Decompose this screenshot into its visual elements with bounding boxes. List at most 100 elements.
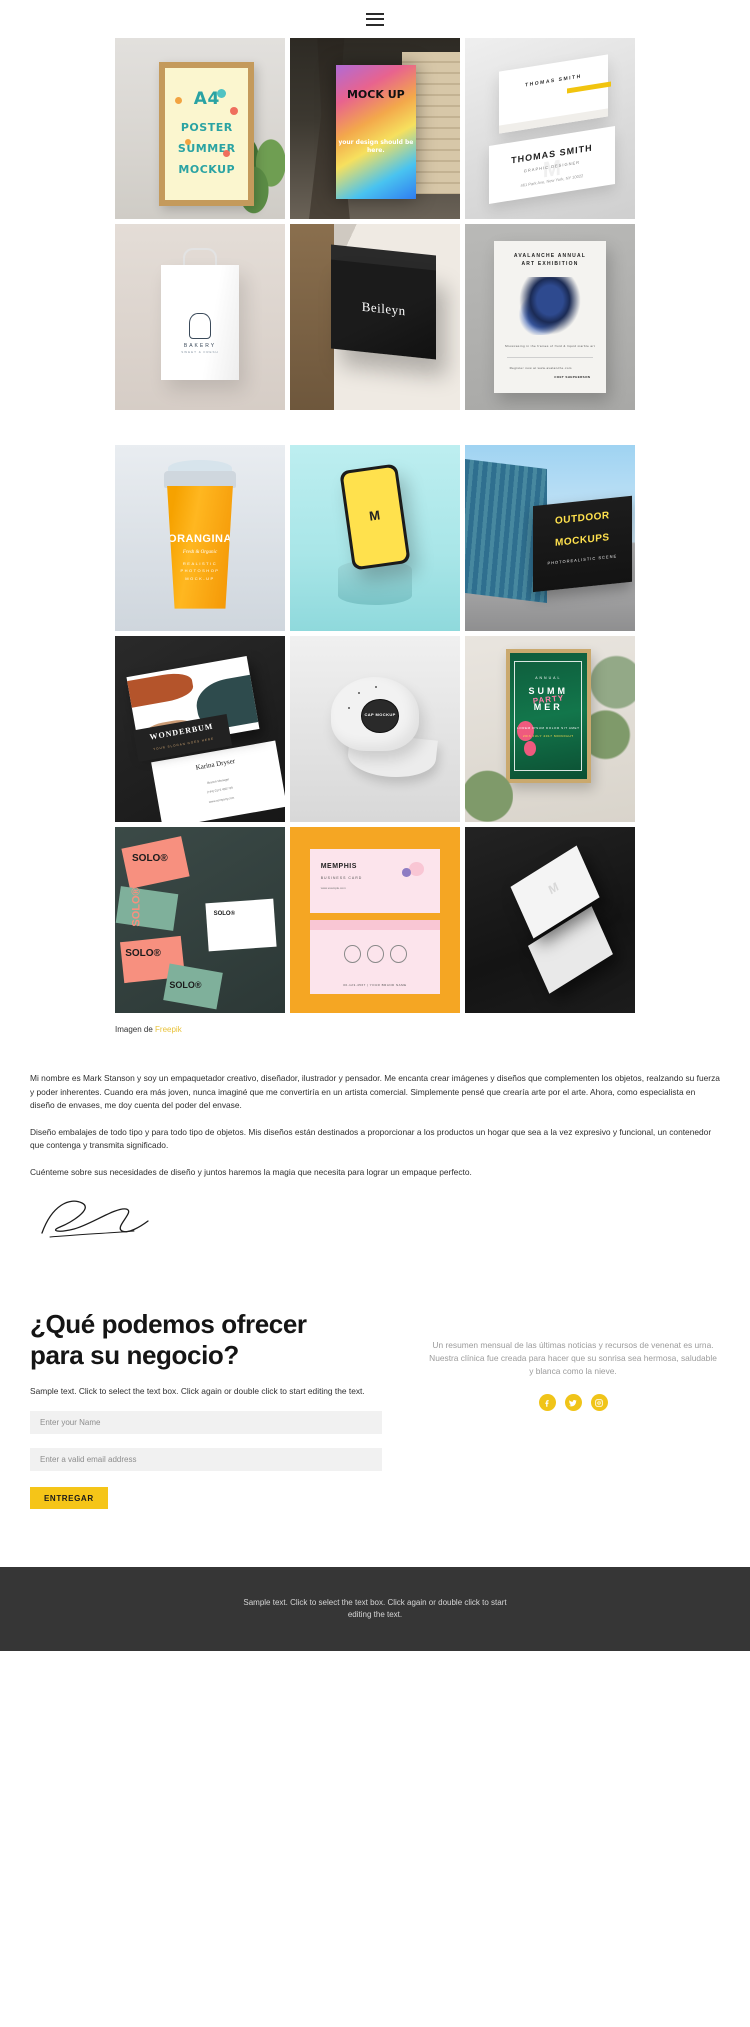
hamburger-menu-icon[interactable] xyxy=(366,12,384,26)
outdoor-board: OUTDOOR MOCKUPS PHOTOREALISTIC SCENE xyxy=(533,495,632,592)
phone-screen-logo: M xyxy=(368,507,382,524)
freepik-link[interactable]: Freepik xyxy=(155,1025,182,1034)
gallery-row: BAKERY SWEET & FRESH Beileyn AVALANCHE A… xyxy=(115,224,635,410)
gallery-item-black-bag[interactable]: Beileyn xyxy=(290,224,460,410)
cap-eyelet xyxy=(358,691,360,694)
cup-tagline: Fresh & Organic xyxy=(182,549,218,555)
gallery-item-wonderbum[interactable]: Karina Dryser Branch Manager (+44) 0173 … xyxy=(115,636,285,822)
photo-outdoor-mockup: OUTDOOR MOCKUPS PHOTOREALISTIC SCENE xyxy=(465,445,635,631)
email-input[interactable] xyxy=(30,1448,382,1471)
submit-button[interactable]: ENTREGAR xyxy=(30,1487,108,1509)
gallery-item-phone-podium[interactable]: M xyxy=(290,445,460,631)
exhibition-artwork xyxy=(518,277,582,336)
phone-device: M xyxy=(339,463,411,572)
facebook-icon[interactable] xyxy=(538,1394,556,1411)
billboard-subtitle: your design should be here. xyxy=(338,138,414,154)
plant-left xyxy=(465,736,513,822)
gallery-item-solo-cards[interactable]: SOLO® SOLO® SOLO® SOLO® SOLO® xyxy=(115,827,285,1013)
photo-paper-bag: BAKERY SWEET & FRESH xyxy=(115,224,285,410)
instagram-icon[interactable] xyxy=(590,1394,608,1411)
offer-subtitle: Sample text. Click to select the text bo… xyxy=(30,1386,365,1396)
page-root: A4 POSTER SUMMER MOCKUP MOCK UP your des… xyxy=(0,0,750,1651)
twitter-icon[interactable] xyxy=(564,1394,582,1411)
poster-line-3: SUMMER xyxy=(177,141,236,155)
outdoor-line-2: MOCKUPS xyxy=(555,532,610,549)
confetti-dot xyxy=(175,96,183,104)
gallery-section-2: ORANGINA Fresh & Organic REALISTIC PHOTO… xyxy=(115,445,635,1013)
solo-brand: SOLO® xyxy=(132,853,168,865)
gallery-item-summer-party[interactable]: ANNUAL SUMM PARTY MER LOREM IPSUM DOLOR … xyxy=(465,636,635,822)
gallery-row: SOLO® SOLO® SOLO® SOLO® SOLO® MEMPHIS BU… xyxy=(115,827,635,1013)
cup-lid xyxy=(164,471,236,488)
photo-a4-poster: A4 POSTER SUMMER MOCKUP xyxy=(115,38,285,219)
memphis-brand: MEMPHIS xyxy=(320,863,357,871)
black-bag-body: Beileyn xyxy=(330,259,437,360)
billboard-title: MOCK UP xyxy=(346,88,405,102)
social-links xyxy=(428,1394,718,1411)
front-card: M THOMAS SMITH GRAPHIC DESIGNER 461 Park… xyxy=(488,125,615,204)
summer-date: 20th JULY 2017 MIDNIGHT xyxy=(522,733,574,738)
credit-prefix: Imagen de xyxy=(115,1025,156,1034)
exhibition-contact: Register now at www.avalanche.com xyxy=(509,365,572,370)
solo-brand: SOLO® xyxy=(213,910,236,917)
photo-orangina-cup: ORANGINA Fresh & Organic REALISTIC PHOTO… xyxy=(115,445,285,631)
photo-summer-poster: ANNUAL SUMM PARTY MER LOREM IPSUM DOLOR … xyxy=(465,636,635,822)
gallery-section-gap xyxy=(0,415,750,445)
name-input[interactable] xyxy=(30,1411,382,1434)
memphis-circle-small xyxy=(402,868,412,877)
gallery-item-billboard[interactable]: MOCK UP your design should be here. xyxy=(290,38,460,219)
poster-frame: A4 POSTER SUMMER MOCKUP xyxy=(159,61,255,207)
gallery-row: A4 POSTER SUMMER MOCKUP MOCK UP your des… xyxy=(115,38,635,219)
outdoor-line-3: PHOTOREALISTIC SCENE xyxy=(547,553,618,566)
gallery-item-memphis-cards[interactable]: MEMPHIS BUSINESS CARD www.example.com 00… xyxy=(290,827,460,1013)
gallery-item-dark-card[interactable]: M xyxy=(465,827,635,1013)
exhibition-line-1: AVALANCHE ANNUAL xyxy=(513,252,587,259)
cap-eyelet xyxy=(347,706,350,709)
poster-line-2: POSTER xyxy=(180,120,233,134)
exhibition-blurb: Showcasing in the frames of fluid & liqu… xyxy=(504,344,596,349)
cup-line-3: MOCK-UP xyxy=(185,575,215,581)
wall-decor xyxy=(290,224,335,410)
memphis-top-bar xyxy=(310,920,440,931)
gallery-item-outdoor-mockup[interactable]: OUTDOOR MOCKUPS PHOTOREALISTIC SCENE xyxy=(465,445,635,631)
flower-decor xyxy=(523,741,536,757)
solo-brand: SOLO® xyxy=(169,979,202,990)
summer-frame: ANNUAL SUMM PARTY MER LOREM IPSUM DOLOR … xyxy=(505,649,591,783)
cup-brand: ORANGINA xyxy=(168,532,232,545)
gallery-item-cap[interactable]: CAP MOCKUP xyxy=(290,636,460,822)
article-paragraph-2: Diseño embalajes de todo tipo y para tod… xyxy=(30,1126,712,1151)
offer-right-column: Un resumen mensual de las últimas notici… xyxy=(428,1309,718,1411)
memphis-url: www.example.com xyxy=(320,885,346,890)
black-bag-brand: Beileyn xyxy=(361,298,406,318)
article-paragraph-1: Mi nombre es Mark Stanson y soy un empaq… xyxy=(30,1073,720,1110)
article-body: Mi nombre es Mark Stanson y soy un empaq… xyxy=(30,1072,720,1179)
card-stack: THOMAS SMITH xyxy=(499,54,608,134)
offer-title: ¿Qué podemos ofrecer para su negocio? xyxy=(30,1309,382,1371)
cup-line-1: REALISTIC xyxy=(182,560,218,566)
memphis-icon-1 xyxy=(343,945,361,964)
solo-brand-vertical: SOLO® xyxy=(130,887,143,928)
photo-business-cards: THOMAS SMITH M THOMAS SMITH GRAPHIC DESI… xyxy=(465,38,635,219)
gallery-item-a4-poster[interactable]: A4 POSTER SUMMER MOCKUP xyxy=(115,38,285,219)
outdoor-line-1: OUTDOOR xyxy=(555,509,610,527)
photo-dark-card: M xyxy=(465,827,635,1013)
gallery-item-orangina-cup[interactable]: ORANGINA Fresh & Organic REALISTIC PHOTO… xyxy=(115,445,285,631)
site-footer: Sample text. Click to select the text bo… xyxy=(0,1567,750,1651)
gallery-item-paper-bag[interactable]: BAKERY SWEET & FRESH xyxy=(115,224,285,410)
cup-body: ORANGINA Fresh & Organic REALISTIC PHOTO… xyxy=(167,485,233,609)
photo-billboard: MOCK UP your design should be here. xyxy=(290,38,460,219)
solo-brand: SOLO® xyxy=(125,947,161,959)
cup-line-2: PHOTOSHOP xyxy=(180,568,220,574)
article-paragraph-3: Cuénteme sobre sus necesidades de diseño… xyxy=(30,1166,472,1177)
gallery-item-art-exhibition[interactable]: AVALANCHE ANNUAL ART EXHIBITION Showcasi… xyxy=(465,224,635,410)
memphis-front-card: MEMPHIS BUSINESS CARD www.example.com xyxy=(310,849,440,913)
divider xyxy=(507,356,593,358)
offer-title-line-2: para su negocio? xyxy=(30,1340,239,1370)
offer-side-text: Un resumen mensual de las últimas notici… xyxy=(429,1340,717,1376)
cap-badge: CAP MOCKUP xyxy=(361,699,399,733)
gallery-item-business-cards[interactable]: THOMAS SMITH M THOMAS SMITH GRAPHIC DESI… xyxy=(465,38,635,219)
plant-right xyxy=(584,643,635,774)
photo-cap-mockup: CAP MOCKUP xyxy=(290,636,460,822)
photo-solo-cards: SOLO® SOLO® SOLO® SOLO® SOLO® xyxy=(115,827,285,1013)
summer-line-2: MER xyxy=(533,702,563,713)
